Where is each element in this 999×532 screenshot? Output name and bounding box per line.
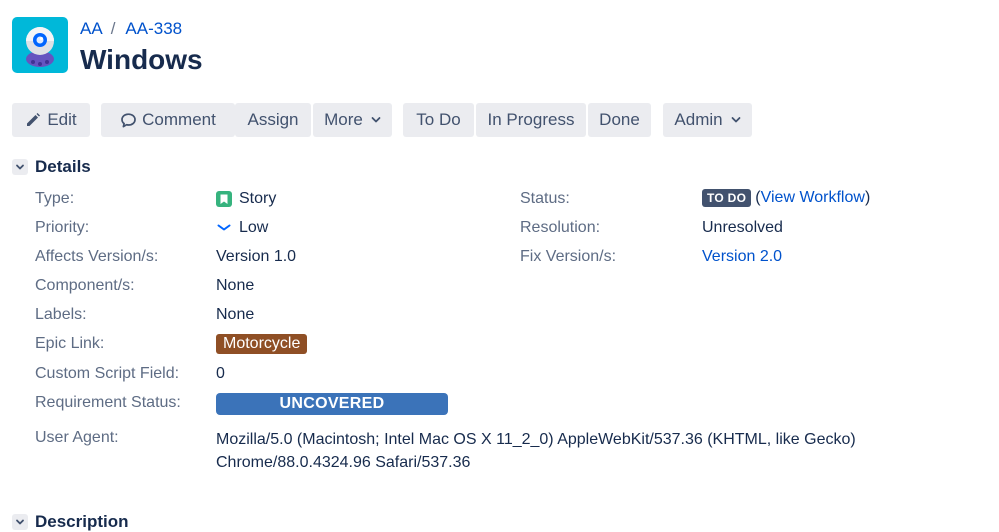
user-agent-line-2: Chrome/88.0.4324.96 Safari/537.36 [216,454,471,471]
done-transition-button[interactable]: Done [588,103,651,137]
view-workflow-link[interactable]: View Workflow [761,189,865,207]
labels-value: None [216,306,255,323]
done-button-label: Done [599,110,640,129]
issue-title[interactable]: Windows [80,44,203,76]
requirement-status-badge: UNCOVERED [216,393,448,415]
breadcrumb-separator: / [110,19,116,38]
affects-version-value: Version 1.0 [216,248,297,265]
type-label: Type: [35,190,75,207]
labels-label: Labels: [35,306,87,323]
fix-version-link[interactable]: Version 2.0 [702,248,782,266]
edit-button-label: Edit [47,110,77,129]
status-label: Status: [520,190,570,207]
pencil-icon [27,113,41,126]
status-value: TO DO ( View Workflow ) [702,189,870,207]
more-button-label: More [324,110,363,129]
epic-link-label: Epic Link: [35,335,105,352]
project-avatar[interactable] [12,17,68,73]
fix-version-value: Version 2.0 [702,248,782,266]
status-lozenge: TO DO [702,189,752,207]
custom-script-field-value: 0 [216,365,225,382]
description-toggle[interactable] [12,514,28,530]
resolution-label: Resolution: [520,219,601,236]
in-progress-button-label: In Progress [487,110,575,129]
chevron-down-icon [731,117,740,123]
breadcrumb-project-link[interactable]: AA [80,19,103,39]
more-dropdown-button[interactable]: More [313,103,392,137]
priority-value: Low [216,219,268,237]
epic-link-lozenge[interactable]: Motorcycle [216,334,308,354]
fix-version-label: Fix Version/s: [520,248,617,265]
in-progress-transition-button[interactable]: In Progress [476,103,586,137]
epic-link-value: Motorcycle [216,334,308,354]
user-agent-value: Mozilla/5.0 (Macintosh; Intel Mac OS X 1… [216,428,916,474]
chevron-down-icon [16,519,24,525]
description-section-header[interactable]: Description [12,512,129,532]
comment-bubble-icon [121,112,137,127]
priority-label: Priority: [35,219,90,236]
breadcrumb: AA / AA-338 [80,19,182,39]
affects-version-label: Affects Version/s: [35,248,159,265]
admin-dropdown-button[interactable]: Admin [663,103,752,137]
components-label: Component/s: [35,277,135,294]
type-value-text: Story [239,190,277,207]
edit-button[interactable]: Edit [12,103,90,137]
priority-low-icon [217,224,231,231]
comment-button[interactable]: Comment [101,103,235,137]
assign-button-label: Assign [247,110,299,129]
details-toggle[interactable] [12,159,28,175]
requirement-status-value: UNCOVERED [216,393,448,415]
components-value: None [216,277,255,294]
story-bookmark-icon [216,191,232,207]
user-agent-label: User Agent: [35,429,119,446]
resolution-value: Unresolved [702,219,783,236]
todo-button-label: To Do [416,110,461,129]
workflow-close-paren: ) [864,189,871,206]
details-heading: Details [35,157,91,176]
custom-script-field-label: Custom Script Field: [35,365,180,382]
priority-value-text: Low [239,219,269,236]
admin-button-label: Admin [674,110,723,129]
ufo-avatar-icon [26,27,54,67]
assign-button[interactable]: Assign [235,103,311,137]
comment-button-label: Comment [142,110,216,129]
description-heading: Description [35,512,129,531]
user-agent-line-1: Mozilla/5.0 (Macintosh; Intel Mac OS X 1… [216,431,856,448]
type-value: Story [216,190,276,208]
chevron-down-icon [371,117,381,123]
chevron-down-icon [16,164,24,170]
details-section-header[interactable]: Details [12,157,91,177]
breadcrumb-issue-key-link[interactable]: AA-338 [125,19,182,39]
todo-transition-button[interactable]: To Do [403,103,474,137]
requirement-status-label: Requirement Status: [35,394,181,411]
